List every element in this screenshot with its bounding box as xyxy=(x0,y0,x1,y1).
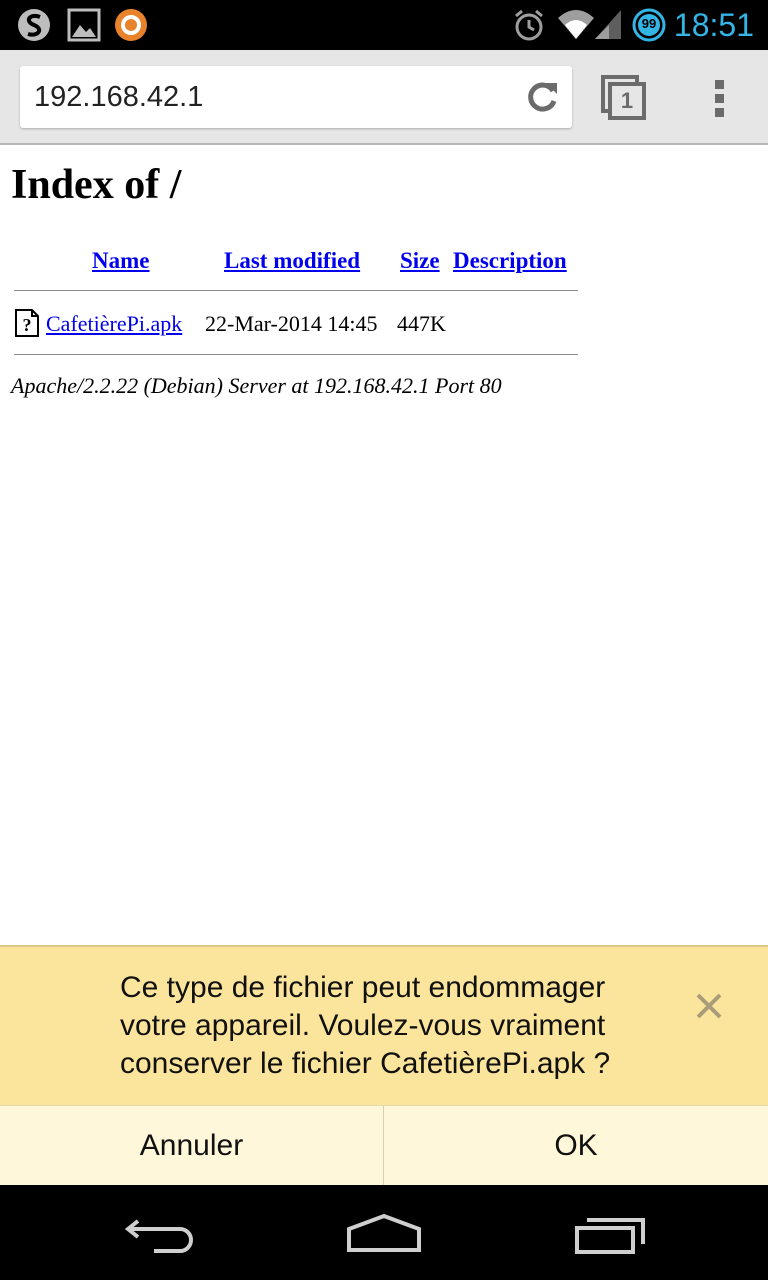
file-link[interactable]: CafetièrePi.apk xyxy=(46,310,182,338)
warning-line: votre appareil. Voulez-vous vraiment xyxy=(120,1009,606,1042)
app-s-icon xyxy=(18,9,50,41)
url-bar[interactable]: 192.168.42.1 xyxy=(20,66,572,128)
warning-buttons: Annuler OK xyxy=(0,1105,768,1186)
divider xyxy=(14,354,578,355)
gallery-icon xyxy=(67,8,101,42)
navigation-bar xyxy=(0,1185,768,1280)
server-signature: Apache/2.2.22 (Debian) Server at 192.168… xyxy=(11,373,502,398)
unknown-file-icon: ? xyxy=(15,309,39,337)
browser-toolbar: 192.168.42.1 1 xyxy=(0,50,768,145)
column-header-description[interactable]: Description xyxy=(453,247,567,275)
download-warning: Ce type de fichier peut endommager votre… xyxy=(0,945,768,1105)
status-bar: 99 18:51 xyxy=(0,0,768,50)
column-header-name[interactable]: Name xyxy=(92,247,149,275)
divider xyxy=(14,290,578,291)
clock: 18:51 xyxy=(673,7,754,43)
avast-icon xyxy=(115,9,147,41)
home-icon[interactable] xyxy=(346,1213,422,1253)
url-text[interactable]: 192.168.42.1 xyxy=(34,66,203,128)
cancel-button[interactable]: Annuler xyxy=(0,1106,383,1186)
ok-button[interactable]: OK xyxy=(384,1106,768,1186)
warning-message: Ce type de fichier peut endommager votre… xyxy=(120,969,660,1083)
close-icon[interactable] xyxy=(694,991,724,1021)
tabs-icon[interactable]: 1 xyxy=(600,74,648,122)
file-size: 447K xyxy=(397,311,446,336)
signal-icon xyxy=(595,10,621,39)
page-content: Index of / Name Last modified Size Descr… xyxy=(0,147,768,945)
warning-line: Ce type de fichier peut endommager xyxy=(120,971,606,1004)
menu-icon[interactable] xyxy=(710,78,730,118)
wifi-icon xyxy=(558,10,594,39)
page-title: Index of / xyxy=(11,162,182,208)
warning-line: conserver le fichier CafetièrePi.apk ? xyxy=(120,1047,611,1080)
back-icon[interactable] xyxy=(124,1215,196,1255)
tab-count: 1 xyxy=(620,88,634,113)
column-header-last-modified[interactable]: Last modified xyxy=(224,247,360,275)
file-last-modified: 22-Mar-2014 14:45 xyxy=(205,311,378,336)
column-header-size[interactable]: Size xyxy=(400,247,440,275)
reload-icon[interactable] xyxy=(524,79,560,115)
svg-text:?: ? xyxy=(23,315,32,335)
alarm-icon xyxy=(515,9,543,41)
recents-icon[interactable] xyxy=(574,1215,646,1255)
battery-level: 99 xyxy=(641,16,657,31)
